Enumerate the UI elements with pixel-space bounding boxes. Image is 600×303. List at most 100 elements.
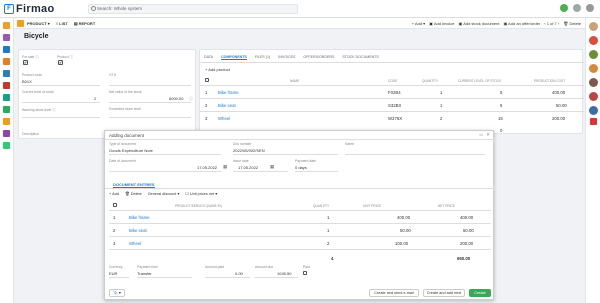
payment-kind-select[interactable]: Transfer <box>137 271 152 276</box>
sales-icon[interactable] <box>3 82 10 89</box>
delete-entry-button[interactable]: 🗑 Delete <box>125 191 142 196</box>
avatar[interactable] <box>589 22 598 31</box>
document-type-select[interactable]: Goods Expenditure Note <box>109 148 153 153</box>
tab-stock-documents[interactable]: STOCK DOCUMENTS <box>342 55 378 60</box>
entry-unit-price[interactable]: 400.00 <box>397 215 410 220</box>
contacts-icon[interactable] <box>3 58 10 65</box>
avatar[interactable] <box>589 64 598 73</box>
delete-button[interactable]: 🗑 Delete <box>563 21 581 26</box>
avatar[interactable] <box>589 78 598 87</box>
date-of-document-field[interactable]: 17.05.2022 <box>197 165 217 170</box>
dashboard-icon[interactable] <box>3 34 10 41</box>
entry-unit-price[interactable]: 100.00 <box>395 241 408 246</box>
close-icon[interactable]: ✕ <box>486 132 490 138</box>
tab-files[interactable]: FILES (1) <box>255 55 270 60</box>
components-total: 0 <box>500 128 503 133</box>
name-field[interactable] <box>345 154 485 155</box>
select-all-checkbox[interactable] <box>205 78 209 82</box>
warning-stock-field[interactable] <box>22 117 100 118</box>
calendar-icon[interactable] <box>3 70 10 77</box>
tab-offers-orders[interactable]: OFFERS/ORDERS <box>303 55 334 60</box>
exceeded-stock-field[interactable] <box>109 117 191 118</box>
mail-icon[interactable] <box>3 46 10 53</box>
tab-data[interactable]: DATA <box>204 55 213 60</box>
avatar[interactable] <box>589 106 598 115</box>
entry-name-link[interactable]: Bike seat <box>129 228 147 233</box>
minimize-icon[interactable]: ▭ <box>479 132 483 137</box>
create-button[interactable]: Create <box>469 289 491 297</box>
add-offer-label: Add an offer/order <box>508 20 541 26</box>
tab-invoices[interactable]: INVOICES <box>278 55 295 60</box>
list-button[interactable]: ≡ LIST <box>53 21 71 26</box>
entry-quantity[interactable]: 1 <box>327 215 329 220</box>
stock-icon[interactable] <box>3 130 10 137</box>
entry-net-price: 200.00 <box>460 241 474 246</box>
pager[interactable]: ‹ 1 of 7 › <box>544 21 559 26</box>
projects-icon[interactable] <box>3 94 10 101</box>
select-all-checkbox[interactable] <box>113 203 117 207</box>
currency-select[interactable]: EUR <box>109 271 117 276</box>
entry-quantity[interactable]: 1 <box>327 228 329 233</box>
add-button[interactable]: + Add ▾ <box>412 21 425 26</box>
logo-text: Firmao <box>16 3 55 15</box>
component-code: F02B4 <box>388 90 401 95</box>
add-invoice-button[interactable]: ▣ Add invoice <box>429 21 454 26</box>
for-sale-checkbox[interactable]: ✔ <box>23 60 28 65</box>
entry-quantity[interactable]: 2 <box>327 241 329 246</box>
paid-checkbox[interactable] <box>303 271 307 275</box>
entry-name-link[interactable]: Bike frame <box>129 215 150 220</box>
divider <box>255 277 298 278</box>
doc-number-field[interactable]: 2022/05/002/SEN <box>233 148 265 153</box>
divider <box>205 277 250 278</box>
entry-net-price: 50.00 <box>463 228 474 233</box>
gtu-field[interactable] <box>109 85 191 86</box>
calendar-icon[interactable]: ▦ <box>270 164 274 170</box>
status-icon[interactable] <box>560 4 568 12</box>
create-and-add-next-button[interactable]: Create and add next <box>423 289 465 297</box>
unit-prices-net-toggle[interactable]: ☐ Unit prices net ▾ <box>185 191 217 196</box>
divider <box>109 102 191 103</box>
component-name-link[interactable]: Bike seat <box>218 103 236 108</box>
menu-icon[interactable] <box>3 22 10 29</box>
product-menu-button[interactable]: PRODUCT ▾ <box>24 21 53 26</box>
divider <box>200 111 584 112</box>
attach-button[interactable]: 📎 ▾ <box>109 289 125 297</box>
amount-paid-field[interactable]: 0.00 <box>235 271 243 276</box>
paid-label: Paid <box>303 265 310 269</box>
product-checkbox[interactable]: ✔ <box>58 60 63 65</box>
avatar[interactable] <box>589 92 598 101</box>
divider <box>109 210 491 211</box>
reports-icon[interactable] <box>3 142 10 149</box>
tab-components[interactable]: COMPONENTS <box>221 55 247 60</box>
issue-date-field[interactable]: 17.05.2022 <box>238 165 258 170</box>
component-name-link[interactable]: Wheel <box>218 116 230 121</box>
tasks-icon[interactable] <box>3 106 10 113</box>
create-and-send-button[interactable]: Create and send e-mail <box>369 289 419 297</box>
add-product-button[interactable]: + Add product <box>205 67 230 72</box>
files-icon[interactable] <box>3 118 10 125</box>
payment-date-field[interactable]: 0 days <box>295 165 307 170</box>
avatar[interactable] <box>589 36 598 45</box>
row-number: 3 <box>113 241 116 246</box>
general-discount-button[interactable]: General discount ▾ <box>148 191 180 196</box>
add-entry-button[interactable]: + Add <box>109 192 119 196</box>
toolbar-actions: + Add ▾ ▣ Add invoice ▣ Add stock docume… <box>412 21 581 26</box>
add-offer-button[interactable]: ▣ Add an offer/order <box>503 21 540 26</box>
entry-unit-price[interactable]: 50.00 <box>400 228 411 233</box>
avatar[interactable] <box>589 50 598 59</box>
user-menu-icon[interactable] <box>586 4 594 12</box>
component-name-link[interactable]: Bike frame <box>218 90 239 95</box>
add-stock-document-button[interactable]: ▣ Add stock document <box>459 21 500 26</box>
logo[interactable]: F Firmao <box>4 3 54 15</box>
bell-icon[interactable] <box>573 4 581 12</box>
product-icon <box>17 19 24 27</box>
search-input[interactable]: Search: Whole system <box>88 4 298 14</box>
report-button[interactable]: ▤ REPORT <box>71 21 98 26</box>
divider <box>109 171 221 172</box>
delete-entry-label: Delete <box>130 192 142 196</box>
product-label: PRODUCT <box>27 20 47 26</box>
app-icon[interactable] <box>590 118 597 125</box>
calendar-icon[interactable]: ▦ <box>223 164 227 170</box>
product-code-field[interactable]: B01X <box>22 79 32 84</box>
entry-name-link[interactable]: Wheel <box>129 241 141 246</box>
